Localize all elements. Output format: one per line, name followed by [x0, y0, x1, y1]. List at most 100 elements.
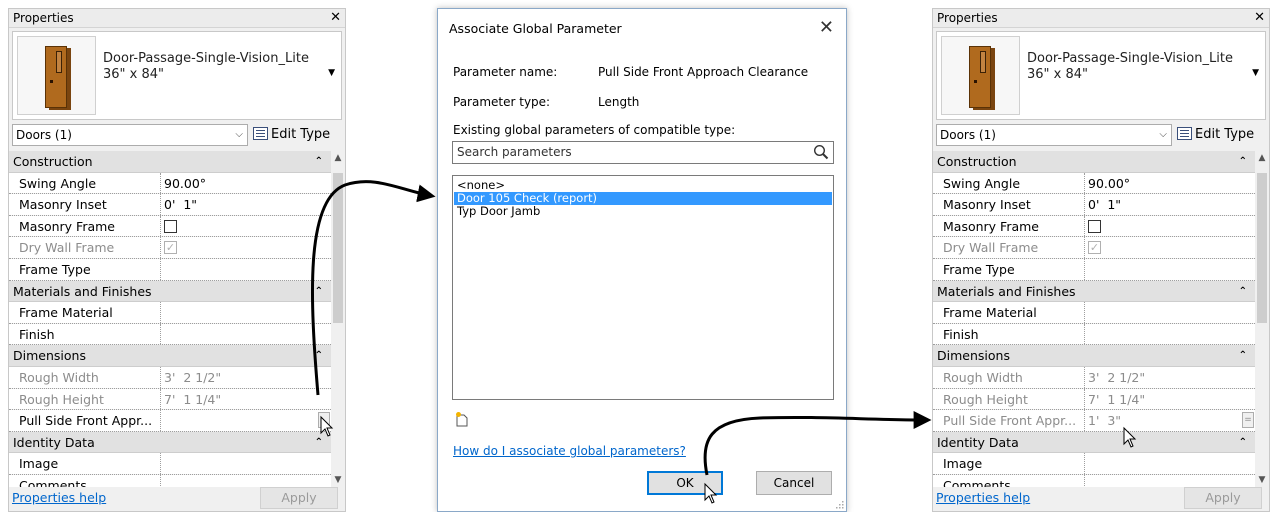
- section-dimensions[interactable]: Dimensions ⌃: [9, 345, 331, 367]
- edit-type-button[interactable]: Edit Type: [1177, 125, 1254, 145]
- associated-parameter-button[interactable]: =: [1242, 412, 1254, 429]
- scroll-up-icon[interactable]: ▲: [1255, 153, 1269, 163]
- parameter-type-label: Parameter type:: [453, 95, 551, 109]
- type-selector[interactable]: Door-Passage-Single-Vision_Lite 36" x 84…: [12, 31, 342, 120]
- collapse-icon[interactable]: ⌃: [1239, 345, 1247, 366]
- apply-button[interactable]: Apply: [260, 487, 338, 509]
- search-parameters-field[interactable]: [452, 141, 834, 164]
- section-materials[interactable]: Materials and Finishes ⌃: [933, 280, 1255, 303]
- close-icon[interactable]: ✕: [1254, 9, 1265, 27]
- properties-help-link[interactable]: Properties help: [936, 490, 1030, 505]
- door-type-thumbnail: [941, 36, 1020, 115]
- palette-title: Properties: [937, 11, 998, 25]
- collapse-icon[interactable]: ⌃: [315, 151, 323, 172]
- property-row-masonry-frame[interactable]: Masonry Frame: [9, 215, 331, 238]
- property-row-finish[interactable]: Finish: [9, 323, 331, 346]
- chevron-down-icon: ⌵: [235, 129, 243, 140]
- apply-button[interactable]: Apply: [1184, 487, 1262, 509]
- scroll-down-icon[interactable]: ▼: [1255, 475, 1269, 485]
- property-row-frame-material[interactable]: Frame Material: [9, 302, 331, 324]
- collapse-icon[interactable]: ⌃: [315, 281, 323, 302]
- section-identity[interactable]: Identity Data ⌃: [933, 431, 1255, 454]
- property-row-swing-angle[interactable]: Swing Angle 90.00°: [933, 172, 1255, 195]
- door-icon: [969, 46, 991, 108]
- edit-type-icon: [253, 127, 268, 140]
- section-identity[interactable]: Identity Data ⌃: [9, 431, 331, 454]
- scroll-thumb[interactable]: [1257, 173, 1267, 323]
- parameter-type-value: Length: [598, 95, 640, 109]
- scroll-down-icon[interactable]: ▼: [331, 475, 345, 485]
- properties-palette-before: Properties ✕ Door-Passage-Single-Vision_…: [8, 8, 346, 512]
- property-row-swing-angle[interactable]: Swing Angle 90.00°: [9, 172, 331, 195]
- help-link[interactable]: How do I associate global parameters?: [453, 444, 686, 458]
- vertical-scrollbar[interactable]: ▲ ▼: [331, 151, 345, 487]
- properties-grid: Construction ⌃ Swing Angle 90.00° Masonry …: [933, 151, 1255, 487]
- collapse-icon[interactable]: ⌃: [315, 345, 323, 366]
- palette-title: Properties: [13, 11, 74, 25]
- property-row-pull-side: Pull Side Front Appr... 1' 3" =: [933, 410, 1255, 432]
- associate-global-parameter-dialog: Associate Global Parameter ✕ Parameter n…: [437, 8, 847, 512]
- collapse-icon[interactable]: ⌃: [1239, 432, 1247, 453]
- palette-title-bar: Properties ✕: [933, 9, 1269, 28]
- masonry-frame-checkbox[interactable]: [1088, 219, 1101, 233]
- existing-parameters-label: Existing global parameters of compatible…: [453, 123, 736, 137]
- close-icon[interactable]: ✕: [819, 17, 834, 38]
- palette-title-bar: Properties ✕: [9, 9, 345, 28]
- properties-help-link[interactable]: Properties help: [12, 490, 106, 505]
- property-row-masonry-frame[interactable]: Masonry Frame: [933, 215, 1255, 238]
- category-row: Doors (1) ⌵ Edit Type: [12, 124, 342, 146]
- section-construction[interactable]: Construction ⌃: [933, 151, 1255, 173]
- property-row-frame-material[interactable]: Frame Material: [933, 302, 1255, 324]
- list-item[interactable]: Typ Door Jamb: [454, 205, 832, 218]
- collapse-icon[interactable]: ⌃: [1239, 281, 1247, 302]
- property-row-dry-wall-frame: Dry Wall Frame: [933, 237, 1255, 259]
- palette-footer: Properties help Apply: [9, 485, 345, 511]
- new-global-parameter-icon[interactable]: [455, 411, 469, 427]
- type-selector[interactable]: Door-Passage-Single-Vision_Lite 36" x 84…: [936, 31, 1266, 120]
- ok-button[interactable]: OK: [647, 471, 723, 495]
- property-row-pull-side[interactable]: Pull Side Front Appr...: [9, 410, 331, 432]
- property-row-finish[interactable]: Finish: [933, 323, 1255, 346]
- dropdown-arrow-icon[interactable]: ▼: [328, 68, 335, 78]
- door-type-thumbnail: [17, 36, 96, 115]
- scroll-up-icon[interactable]: ▲: [331, 153, 345, 163]
- property-row-image[interactable]: Image: [9, 453, 331, 475]
- property-row-masonry-inset[interactable]: Masonry Inset 0' 1": [9, 194, 331, 216]
- dropdown-arrow-icon[interactable]: ▼: [1252, 68, 1259, 78]
- category-filter-select[interactable]: Doors (1) ⌵: [936, 124, 1172, 146]
- dialog-title: Associate Global Parameter: [449, 21, 622, 36]
- section-materials[interactable]: Materials and Finishes ⌃: [9, 280, 331, 303]
- close-icon[interactable]: ✕: [330, 9, 341, 27]
- property-row-dry-wall-frame: Dry Wall Frame: [9, 237, 331, 259]
- edit-type-icon: [1177, 127, 1192, 140]
- property-row-rough-width: Rough Width 3' 2 1/2": [933, 366, 1255, 389]
- category-filter-select[interactable]: Doors (1) ⌵: [12, 124, 248, 146]
- property-row-rough-height: Rough Height 7' 1 1/4": [933, 388, 1255, 411]
- search-input[interactable]: [457, 145, 797, 159]
- property-row-image[interactable]: Image: [933, 453, 1255, 475]
- property-row-masonry-inset[interactable]: Masonry Inset 0' 1": [933, 194, 1255, 216]
- section-dimensions[interactable]: Dimensions ⌃: [933, 345, 1255, 367]
- associate-global-parameter-button[interactable]: [318, 412, 330, 429]
- collapse-icon[interactable]: ⌃: [1239, 151, 1247, 172]
- door-icon: [45, 46, 67, 108]
- parameter-name-value: Pull Side Front Approach Clearance: [598, 65, 809, 79]
- scroll-thumb[interactable]: [333, 173, 343, 323]
- global-parameters-list[interactable]: <none> Door 105 Check (report) Typ Door Ja…: [452, 175, 834, 400]
- properties-grid: Construction ⌃ Swing Angle 90.00° Masonry …: [9, 151, 331, 487]
- collapse-icon[interactable]: ⌃: [315, 432, 323, 453]
- vertical-scrollbar[interactable]: ▲ ▼: [1255, 151, 1269, 487]
- dry-wall-frame-checkbox: [164, 241, 177, 255]
- section-construction[interactable]: Construction ⌃: [9, 151, 331, 173]
- edit-type-button[interactable]: Edit Type: [253, 125, 330, 145]
- resize-grip-icon[interactable]: [834, 499, 844, 509]
- masonry-frame-checkbox[interactable]: [164, 219, 177, 233]
- category-row: Doors (1) ⌵ Edit Type: [936, 124, 1266, 146]
- property-row-rough-width: Rough Width 3' 2 1/2": [9, 366, 331, 389]
- parameter-name-label: Parameter name:: [453, 65, 558, 79]
- cancel-button[interactable]: Cancel: [756, 471, 832, 495]
- search-icon[interactable]: [813, 144, 829, 160]
- property-row-frame-type[interactable]: Frame Type: [933, 258, 1255, 281]
- property-row-frame-type[interactable]: Frame Type: [9, 258, 331, 281]
- type-name: Door-Passage-Single-Vision_Lite 36" x 84…: [1027, 51, 1233, 82]
